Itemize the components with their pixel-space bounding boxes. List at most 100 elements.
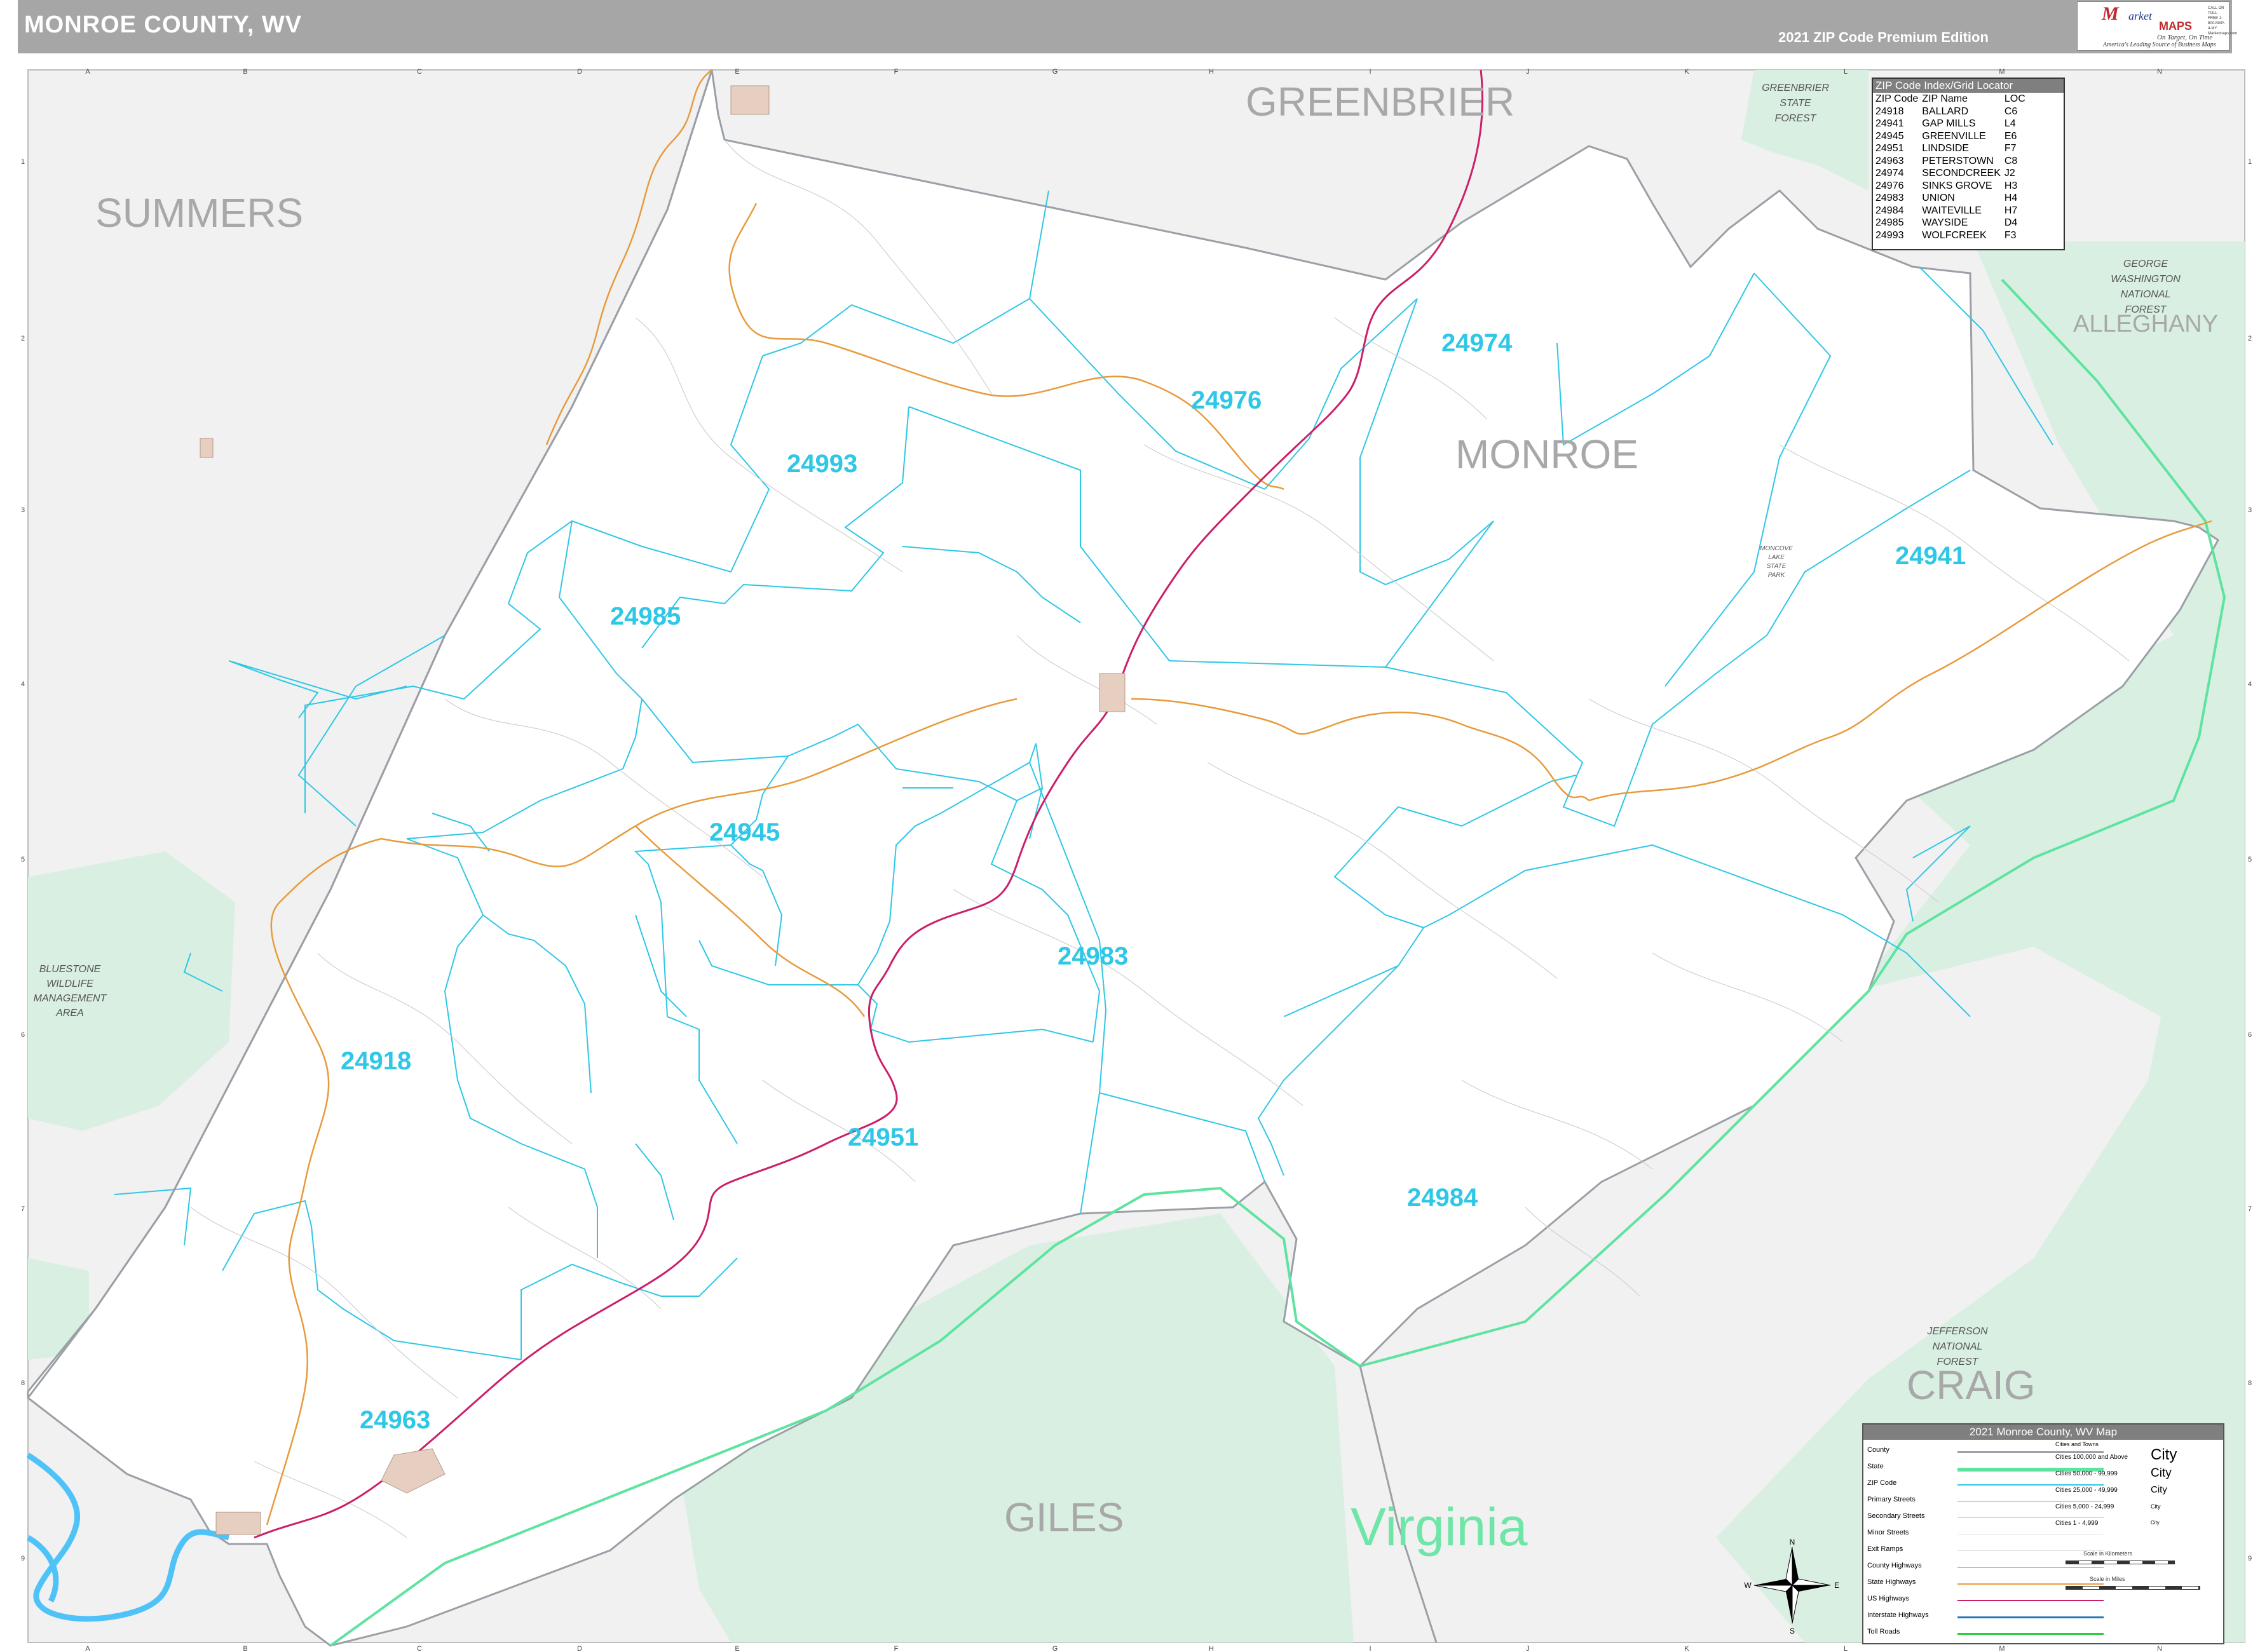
map-legend: 2021 Monroe County, WV Map County State …: [1862, 1423, 2224, 1644]
svg-text:H: H: [1209, 68, 1214, 76]
svg-text:3: 3: [2248, 506, 2252, 514]
svg-text:D: D: [577, 1645, 582, 1652]
legend-item: State Highways: [1867, 1578, 1916, 1586]
svg-text:N: N: [2157, 68, 2162, 76]
legend-city-tier: Cities 50,000 - 99,999: [2055, 1470, 2118, 1477]
legend-sample-secondary: [1957, 1517, 2104, 1518]
svg-text:G: G: [1052, 68, 1058, 76]
legend-sample-toll: [1957, 1633, 2104, 1635]
legend-city-tier: Cities 1 - 4,999: [2055, 1520, 2099, 1527]
svg-text:BLUESTONE: BLUESTONE: [39, 964, 101, 975]
svg-text:7: 7: [2248, 1205, 2252, 1213]
svg-text:S: S: [1790, 1627, 1795, 1635]
svg-text:6: 6: [2248, 1031, 2252, 1039]
legend-item: ZIP Code: [1867, 1479, 1897, 1487]
svg-text:4: 4: [2248, 680, 2252, 688]
svg-text:A: A: [85, 1645, 90, 1652]
svg-text:FOREST: FOREST: [1775, 113, 1817, 124]
svg-text:GREENBRIER: GREENBRIER: [1762, 83, 1829, 93]
zip-index-table: ZIP Code ZIP Name LOC 24918 BALLARD C6 24941…: [1875, 93, 2029, 241]
svg-text:7: 7: [21, 1205, 25, 1213]
legend-item: Toll Roads: [1867, 1628, 1900, 1635]
svg-text:4: 4: [21, 680, 25, 688]
svg-text:NATIONAL: NATIONAL: [2121, 289, 2171, 300]
svg-text:WILDLIFE: WILDLIFE: [46, 978, 93, 989]
svg-text:NATIONAL: NATIONAL: [1933, 1341, 1983, 1352]
zip-label-24985: 24985: [610, 602, 681, 630]
legend-sample-county-hwy: [1957, 1567, 2104, 1568]
legend-item: Secondary Streets: [1867, 1512, 1925, 1520]
legend-item: State: [1867, 1463, 1884, 1470]
svg-text:W: W: [1744, 1581, 1752, 1590]
legend-city-tier: Cities 25,000 - 49,999: [2055, 1487, 2118, 1494]
legend-item: County Highways: [1867, 1562, 1922, 1569]
svg-text:L: L: [1844, 1645, 1848, 1652]
svg-text:2: 2: [2248, 335, 2252, 342]
svg-text:K: K: [1684, 68, 1689, 76]
svg-text:J: J: [1526, 1645, 1530, 1652]
legend-item: Interstate Highways: [1867, 1611, 1929, 1619]
giles-label: GILES: [1004, 1494, 1124, 1540]
zip-label-24974: 24974: [1441, 329, 1513, 357]
craig-label: CRAIG: [1907, 1362, 2036, 1408]
svg-text:H: H: [1209, 1645, 1214, 1652]
legend-item: Primary Streets: [1867, 1496, 1916, 1503]
summers-town: [200, 438, 214, 458]
legend-item: Exit Ramps: [1867, 1545, 1903, 1553]
legend-sample-zip: [1957, 1484, 2104, 1486]
summers-label: SUMMERS: [95, 190, 303, 236]
union-town: [1099, 673, 1126, 712]
svg-text:MONCOVE: MONCOVE: [1760, 545, 1793, 552]
svg-text:3: 3: [21, 506, 25, 514]
legend-item: US Highways: [1867, 1595, 1910, 1602]
zip-label-24976: 24976: [1191, 386, 1262, 414]
table-row: 24985 WAYSIDE D4: [1875, 217, 2018, 228]
svg-text:PARK: PARK: [1768, 572, 1786, 579]
table-row: 24974 SECONDCREEK J2: [1875, 168, 2015, 179]
svg-text:FOREST: FOREST: [1937, 1357, 1979, 1367]
svg-text:J: J: [1526, 68, 1530, 76]
legend-item: County: [1867, 1446, 1889, 1454]
svg-text:L: L: [1844, 68, 1848, 76]
svg-text:N: N: [1790, 1538, 1795, 1547]
legend-title: 2021 Monroe County, WV Map: [1863, 1425, 2223, 1440]
svg-text:1: 1: [21, 158, 25, 166]
svg-text:K: K: [1684, 1645, 1689, 1652]
grid-rows-right: 1 2 3 4 5 6 7 8 9: [2248, 158, 2252, 1562]
svg-text:F: F: [894, 1645, 899, 1652]
svg-text:A: A: [85, 68, 90, 76]
legend-cities-title: Cities and Towns: [2055, 1441, 2099, 1447]
scale-km-label: Scale in Kilometers: [2083, 1550, 2133, 1557]
legend-city-sample: City: [2151, 1484, 2167, 1495]
svg-text:6: 6: [21, 1031, 25, 1039]
svg-text:I: I: [1369, 1645, 1371, 1652]
svg-text:G: G: [1052, 1645, 1058, 1652]
zip-label-24983: 24983: [1058, 942, 1128, 970]
table-row: 24993 WOLFCREEK F3: [1875, 229, 2017, 241]
svg-text:E: E: [1834, 1581, 1839, 1590]
legend-sample-us-hwy: [1957, 1600, 2104, 1601]
svg-text:B: B: [243, 68, 247, 76]
svg-text:1: 1: [2248, 158, 2252, 166]
svg-text:9: 9: [21, 1555, 25, 1562]
scale-mi-bar: [2066, 1586, 2200, 1590]
svg-text:5: 5: [2248, 856, 2252, 863]
svg-text:C: C: [417, 68, 422, 76]
peterstown-area: [215, 1512, 261, 1535]
svg-text:AREA: AREA: [55, 1008, 84, 1019]
svg-text:5: 5: [21, 856, 25, 863]
svg-text:LAKE: LAKE: [1768, 554, 1785, 561]
svg-text:STATE: STATE: [1767, 563, 1787, 570]
svg-text:8: 8: [2248, 1379, 2252, 1387]
scale-km-bar: [2066, 1561, 2175, 1564]
svg-text:FOREST: FOREST: [2125, 304, 2167, 315]
svg-text:STATE: STATE: [1780, 98, 1811, 109]
svg-text:WASHINGTON: WASHINGTON: [2111, 274, 2181, 285]
grid-columns-bottom: A B C D E F G H I J K L M N: [85, 1645, 2162, 1652]
scale-mi-label: Scale in Miles: [2090, 1576, 2125, 1582]
svg-text:MANAGEMENT: MANAGEMENT: [34, 993, 107, 1004]
table-row: 24941 GAP MILLS L4: [1875, 118, 2016, 129]
svg-text:M: M: [1999, 68, 2005, 76]
legend-sample-primary: [1957, 1501, 2104, 1502]
table-row: 24983 UNION H4: [1875, 193, 2018, 203]
